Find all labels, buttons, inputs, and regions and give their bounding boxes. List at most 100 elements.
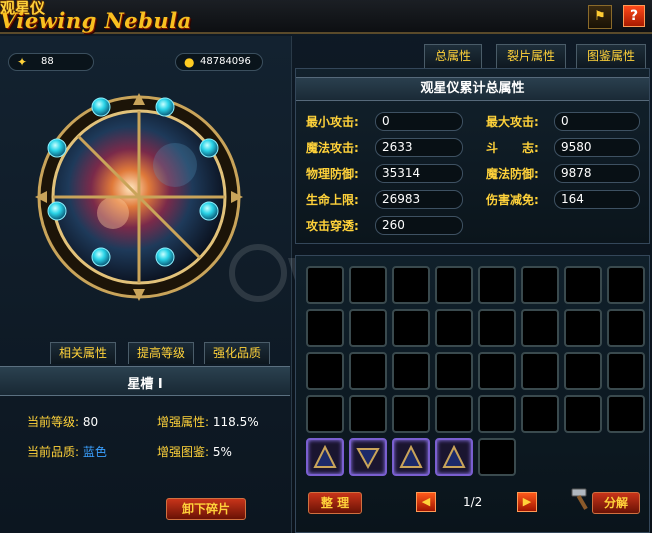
gold-amount: 48784096 bbox=[200, 56, 251, 67]
star-shard-icon bbox=[313, 445, 337, 468]
stat-label: 魔法防御: bbox=[486, 167, 539, 181]
bag-slot-shard[interactable] bbox=[435, 438, 473, 476]
arrow-right-icon: ▶ bbox=[522, 495, 532, 508]
tab-codex-attributes[interactable]: 图鉴属性 bbox=[576, 44, 647, 68]
bag-slot[interactable] bbox=[564, 266, 602, 304]
orb-slot-7[interactable] bbox=[47, 201, 67, 221]
stat-label: 最大攻击: bbox=[486, 115, 539, 129]
bag-slot[interactable] bbox=[607, 352, 645, 390]
tab-upgrade-level[interactable]: 提高等级 bbox=[128, 342, 195, 364]
stat-value: 9878 bbox=[554, 164, 640, 183]
orb-slot-1[interactable] bbox=[91, 97, 111, 117]
bag-slot[interactable] bbox=[521, 309, 559, 347]
bag-slot[interactable] bbox=[349, 266, 387, 304]
bag-slot[interactable] bbox=[392, 266, 430, 304]
bag-slot[interactable] bbox=[349, 352, 387, 390]
bag-slot[interactable] bbox=[392, 309, 430, 347]
stat-label: 最小攻击: bbox=[306, 115, 359, 129]
stat-label: 魔法攻击: bbox=[306, 141, 359, 155]
star-shard-icon bbox=[442, 445, 466, 468]
stats-header: 观星仪累计总属性 bbox=[296, 77, 649, 101]
orb-slot-4[interactable] bbox=[199, 201, 219, 221]
quality-label: 当前品质: bbox=[27, 445, 80, 459]
orb-slot-6[interactable] bbox=[91, 247, 111, 267]
bag-slot[interactable] bbox=[478, 352, 516, 390]
codex-value: 5% bbox=[212, 445, 232, 459]
stat-label: 伤害减免: bbox=[486, 193, 539, 207]
bag-slot-shard[interactable] bbox=[349, 438, 387, 476]
stat-label: 攻击穿透: bbox=[306, 219, 359, 233]
slot-name: 星槽 Ⅰ bbox=[127, 377, 163, 392]
star-icon: ✦ bbox=[17, 55, 28, 69]
star-shard-icon bbox=[356, 448, 380, 469]
bag-slot[interactable] bbox=[564, 395, 602, 433]
orb-slot-3[interactable] bbox=[199, 138, 219, 158]
bag-slot[interactable] bbox=[564, 352, 602, 390]
bag-slot[interactable] bbox=[349, 395, 387, 433]
prev-page-button[interactable]: ◀ bbox=[416, 492, 436, 512]
bag-slot-shard[interactable] bbox=[306, 438, 344, 476]
orb-slot-5[interactable] bbox=[155, 247, 175, 267]
tab-shard-attributes[interactable]: 裂片属性 bbox=[496, 44, 567, 68]
bag-slot[interactable] bbox=[306, 395, 344, 433]
viewing-nebula-window: 观星仪 Viewing Nebula ⚑ ? ✦ 88 ● 48784096 相… bbox=[0, 0, 652, 533]
unequip-shard-button[interactable]: 卸下碎片 bbox=[166, 498, 246, 520]
flag-icon[interactable]: ⚑ bbox=[588, 5, 612, 29]
orb-slot-2[interactable] bbox=[155, 97, 175, 117]
shard-bag-panel: 整 理 ◀ 1/2 ▶ 分解 bbox=[295, 255, 650, 533]
stat-value: 260 bbox=[375, 216, 463, 235]
stat-value: 2633 bbox=[375, 138, 463, 157]
tab-total-attributes[interactable]: 总属性 bbox=[424, 44, 483, 68]
bag-slot[interactable] bbox=[521, 266, 559, 304]
star-count: 88 bbox=[41, 56, 54, 67]
current-quality: 当前品质: 蓝色 bbox=[27, 443, 107, 460]
bag-slot[interactable] bbox=[392, 395, 430, 433]
bag-slot[interactable] bbox=[607, 309, 645, 347]
bag-slot[interactable] bbox=[435, 395, 473, 433]
bag-slot[interactable] bbox=[392, 352, 430, 390]
window-title-en: Viewing Nebula bbox=[0, 8, 192, 33]
boost-codex: 增强图鉴: 5% bbox=[157, 443, 232, 460]
bag-slot[interactable] bbox=[306, 309, 344, 347]
stat-value: 9580 bbox=[554, 138, 640, 157]
page-indicator: 1/2 bbox=[463, 495, 483, 509]
stat-label: 生命上限: bbox=[306, 193, 359, 207]
bag-slot[interactable] bbox=[306, 266, 344, 304]
bag-slot[interactable] bbox=[478, 266, 516, 304]
bag-slot[interactable] bbox=[478, 309, 516, 347]
tab-related-attributes[interactable]: 相关属性 bbox=[50, 342, 117, 364]
bag-slot[interactable] bbox=[564, 309, 602, 347]
bag-slot[interactable] bbox=[306, 352, 344, 390]
bag-slot[interactable] bbox=[478, 438, 516, 476]
boost-attribute: 增强属性: 118.5% bbox=[157, 413, 259, 430]
stat-value: 0 bbox=[375, 112, 463, 131]
bag-slot[interactable] bbox=[349, 309, 387, 347]
gold-counter: ● 48784096 bbox=[175, 53, 263, 71]
orb-slot-8[interactable] bbox=[47, 138, 67, 158]
bag-slot[interactable] bbox=[521, 395, 559, 433]
arrow-left-icon: ◀ bbox=[421, 495, 431, 508]
tab-enhance-quality[interactable]: 强化品质 bbox=[204, 342, 271, 364]
help-button[interactable]: ? bbox=[623, 5, 645, 27]
stat-value: 35314 bbox=[375, 164, 463, 183]
bag-slot-shard[interactable] bbox=[392, 438, 430, 476]
bag-slot[interactable] bbox=[435, 266, 473, 304]
current-level: 当前等级: 80 bbox=[27, 413, 98, 430]
decompose-button[interactable]: 分解 bbox=[592, 492, 640, 514]
bag-slot[interactable] bbox=[521, 352, 559, 390]
bag-slot[interactable] bbox=[435, 352, 473, 390]
star-counter: ✦ 88 bbox=[8, 53, 94, 71]
title-bar: 观星仪 Viewing Nebula ⚑ ? bbox=[0, 0, 652, 34]
next-page-button[interactable]: ▶ bbox=[517, 492, 537, 512]
gold-coin-icon: ● bbox=[184, 55, 195, 69]
bag-slot[interactable] bbox=[607, 395, 645, 433]
bag-slot[interactable] bbox=[607, 266, 645, 304]
total-stats-panel: 观星仪累计总属性 最小攻击: 0 最大攻击: 0 魔法攻击: 2633 斗 志:… bbox=[295, 68, 650, 244]
boost-label: 增强属性: bbox=[157, 415, 210, 429]
boost-value: 118.5% bbox=[212, 415, 259, 429]
bag-slot[interactable] bbox=[435, 309, 473, 347]
bag-slot[interactable] bbox=[478, 395, 516, 433]
slot-name-bar: 星槽 Ⅰ bbox=[0, 366, 290, 396]
quality-value: 蓝色 bbox=[82, 445, 107, 459]
sort-button[interactable]: 整 理 bbox=[308, 492, 362, 514]
